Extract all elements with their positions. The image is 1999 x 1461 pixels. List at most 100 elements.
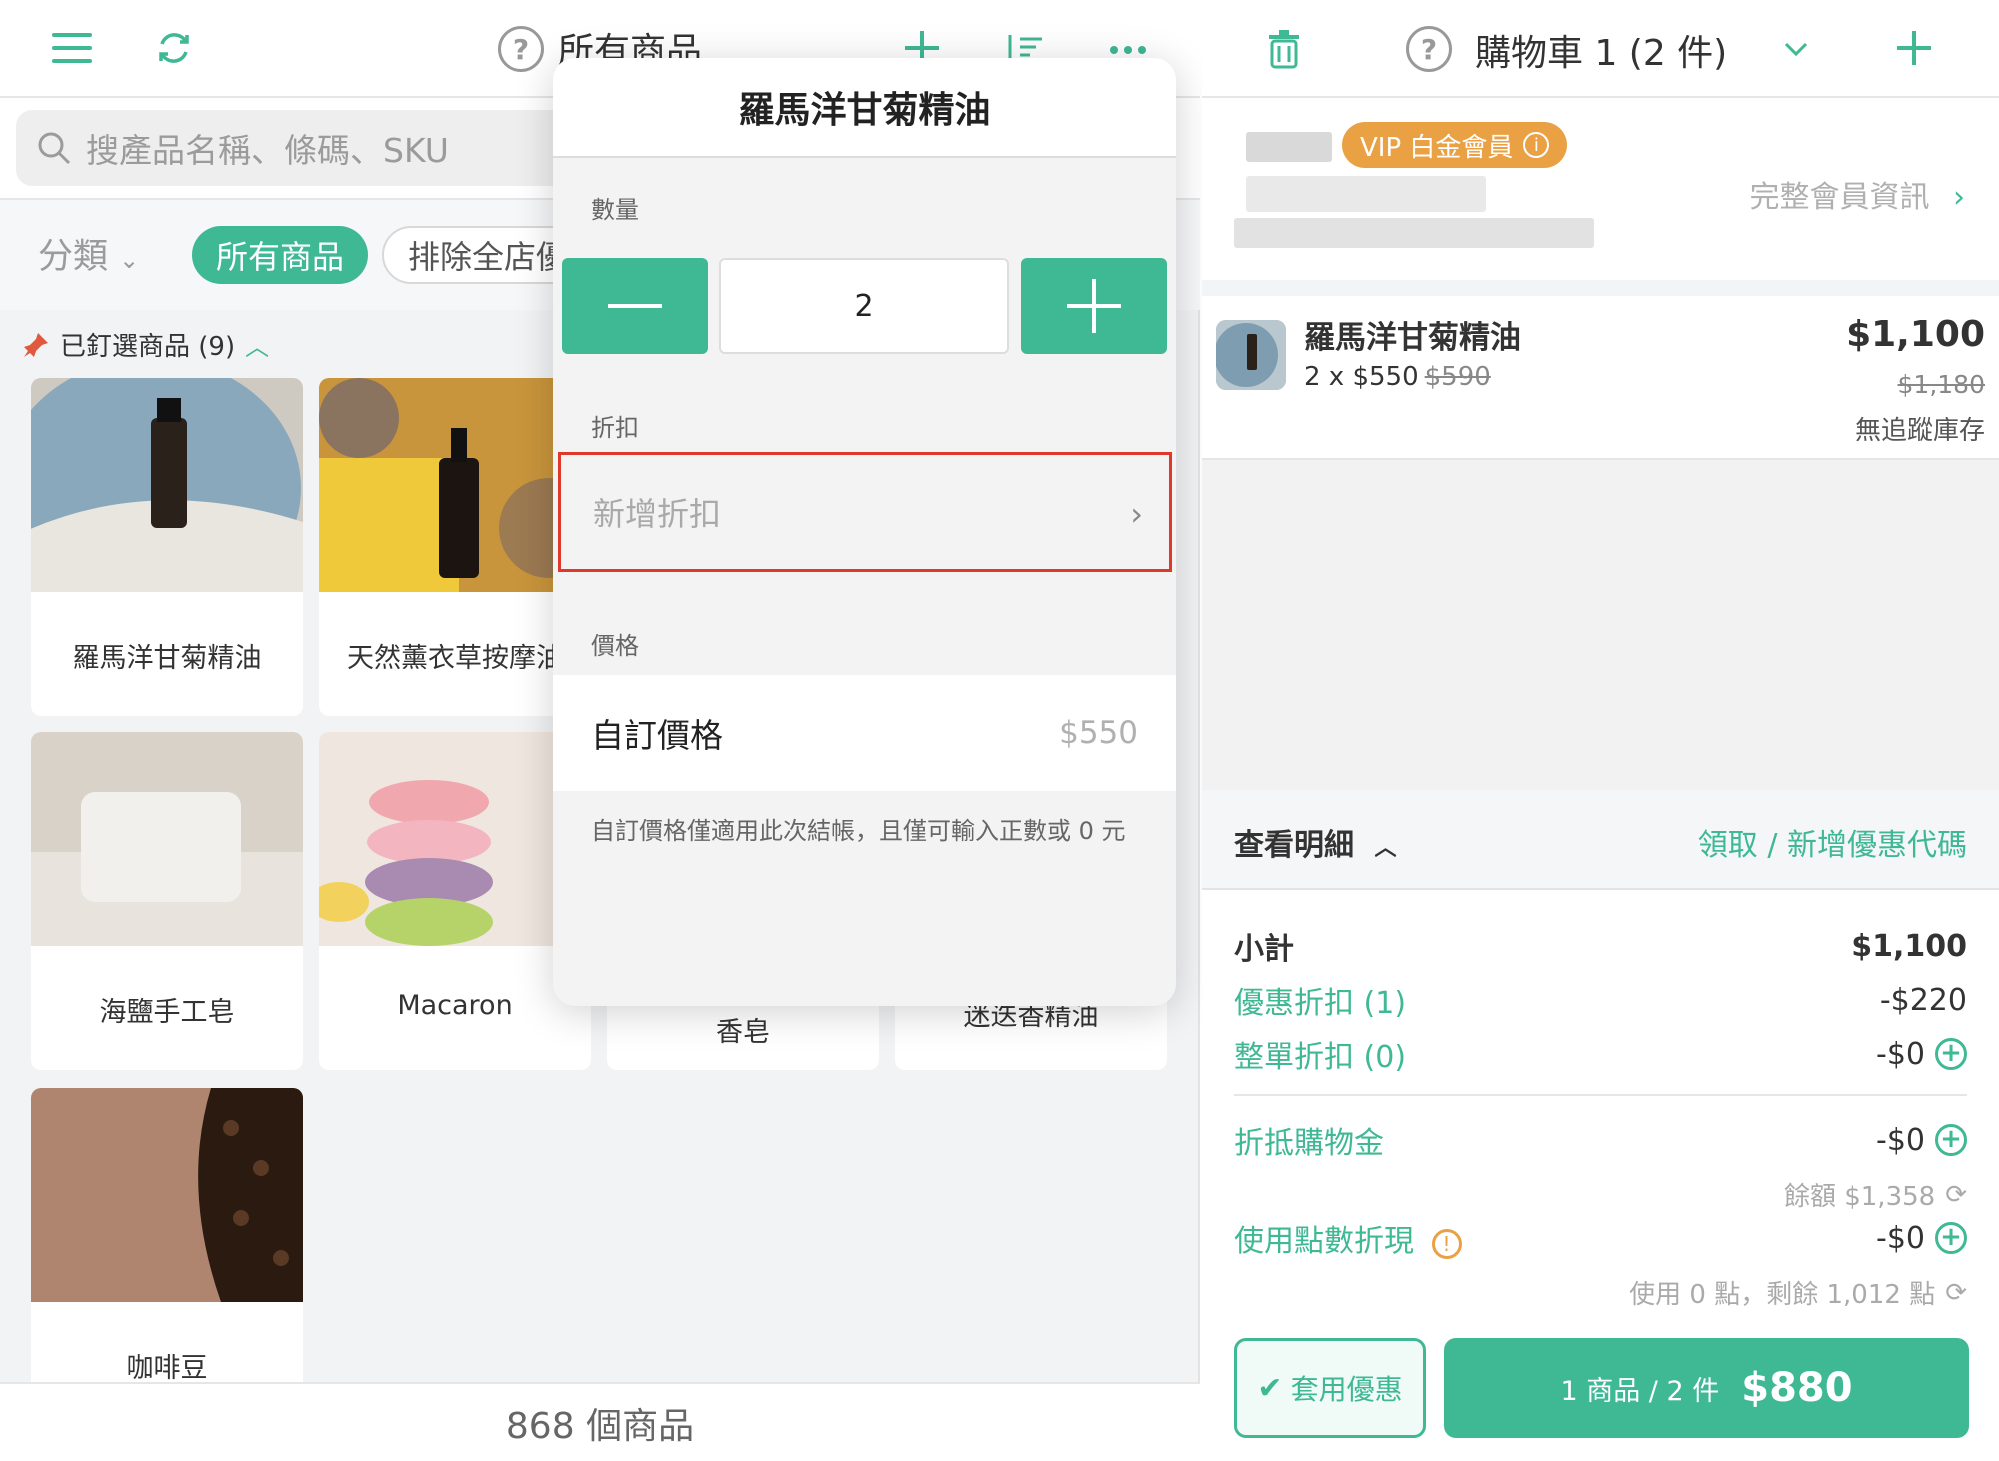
checkout-summary: 1 商品 / 2 件 xyxy=(1560,1375,1720,1407)
discount-label: 折扣 xyxy=(591,414,639,442)
quantity-label: 數量 xyxy=(591,196,639,224)
vip-label: VIP 白金會員 xyxy=(1360,132,1514,163)
store-credit-row[interactable]: 折抵購物金 -$0 + xyxy=(1234,1118,1967,1162)
warning-icon[interactable]: ! xyxy=(1431,1229,1462,1259)
product-image xyxy=(31,1088,303,1302)
cart-title[interactable]: 購物車 1 (2 件) xyxy=(1475,24,1727,76)
cart-line-item[interactable]: 羅馬洋甘菊精油 2 x $550 $590 $1,100 $1,180 無追蹤庫存 xyxy=(1202,296,1999,460)
order-discount-value: -$0 xyxy=(1876,1036,1925,1072)
points-note: 使用 0 點，剩餘 1,012 點 ⟳ xyxy=(1629,1274,1967,1311)
product-card[interactable]: 海鹽手工皂 xyxy=(31,732,303,1070)
price-label: 價格 xyxy=(591,632,639,660)
apply-promo-button[interactable]: ✔ 套用優惠 xyxy=(1234,1338,1426,1438)
promo-discount-value: -$220 xyxy=(1879,982,1967,1018)
view-details-toggle[interactable]: 查看明細 ︿ xyxy=(1234,820,1396,864)
checkout-total: $880 xyxy=(1741,1365,1853,1411)
line-item-qty-text: 2 x $550 xyxy=(1304,362,1419,392)
search-icon xyxy=(38,132,71,165)
filter-exclude-promo[interactable]: 排除全店優惠 xyxy=(382,226,582,284)
minus-icon xyxy=(608,304,662,308)
coupon-code-link[interactable]: 領取 / 新增優惠代碼 xyxy=(1698,820,1967,864)
product-edit-popover: 羅馬洋甘菊精油 數量 2 折扣 新增折扣 › 價格 自訂價格 $550 自訂價格… xyxy=(553,58,1176,1006)
promo-discount-row[interactable]: 優惠折扣 (1) -$220 xyxy=(1234,978,1967,1022)
chevron-right-icon: › xyxy=(1130,495,1143,533)
category-dropdown[interactable]: 分類 ⌄ xyxy=(38,228,139,279)
order-discount-label[interactable]: 整單折扣 (0) xyxy=(1234,1032,1406,1076)
custom-price-field[interactable]: 自訂價格 $550 xyxy=(553,675,1176,791)
info-icon: i xyxy=(1523,132,1550,158)
product-card[interactable]: 天然薰衣草按摩油 xyxy=(319,378,591,716)
credit-balance-text: 餘額 $1,358 xyxy=(1783,1182,1936,1212)
product-image xyxy=(319,378,591,592)
quantity-field[interactable]: 2 xyxy=(719,258,1009,354)
product-image xyxy=(319,732,591,946)
help-icon[interactable]: ? xyxy=(498,26,544,72)
order-discount-value-wrap: -$0 + xyxy=(1876,1037,1967,1072)
product-card[interactable]: 羅馬洋甘菊精油 xyxy=(31,378,303,716)
chevron-down-icon[interactable] xyxy=(1776,32,1816,66)
points-label-wrap: 使用點數折現 ! xyxy=(1234,1216,1462,1260)
line-item-orig-total: $1,180 xyxy=(1897,370,1985,399)
check-icon: ✔ xyxy=(1257,1370,1283,1406)
store-credit-value: -$0 xyxy=(1876,1122,1925,1158)
subtotal-value: $1,100 xyxy=(1851,928,1967,964)
product-card[interactable]: Macaron xyxy=(319,732,591,1070)
filter-all-products[interactable]: 所有商品 xyxy=(192,226,369,284)
product-image xyxy=(31,378,303,592)
product-card[interactable]: 咖啡豆 xyxy=(31,1088,303,1382)
pin-icon xyxy=(24,332,48,357)
add-circle-icon[interactable]: + xyxy=(1935,1222,1967,1254)
refresh-icon[interactable] xyxy=(154,28,194,68)
subtotal-row: 小計 $1,100 xyxy=(1234,924,1967,968)
member-info: VIP 白金會員 i 完整會員資訊 › xyxy=(1202,98,1999,280)
member-phone-redacted xyxy=(1246,176,1486,212)
add-cart-icon[interactable] xyxy=(1894,28,1934,68)
checkout-button[interactable]: 1 商品 / 2 件 $880 xyxy=(1444,1338,1969,1438)
refresh-icon[interactable]: ⟳ xyxy=(1945,1180,1967,1210)
help-icon[interactable]: ? xyxy=(1406,26,1452,72)
menu-icon[interactable] xyxy=(52,28,92,68)
points-row[interactable]: 使用點數折現 ! -$0 + xyxy=(1234,1216,1967,1260)
custom-price-note: 自訂價格僅適用此次結帳，且僅可輸入正數或 0 元 xyxy=(591,817,1126,845)
points-note-text: 使用 0 點，剩餘 1,012 點 xyxy=(1629,1280,1936,1310)
points-value-wrap: -$0 + xyxy=(1876,1221,1967,1256)
popover-title: 羅馬洋甘菊精油 xyxy=(553,58,1176,158)
category-label: 分類 xyxy=(38,237,109,277)
add-circle-icon[interactable]: + xyxy=(1935,1038,1967,1070)
refresh-icon[interactable]: ⟳ xyxy=(1945,1278,1967,1308)
product-name: 海鹽手工皂 xyxy=(99,997,235,1028)
line-item-thumbnail xyxy=(1216,320,1286,390)
line-item-orig-unit: $590 xyxy=(1424,362,1491,392)
store-credit-label[interactable]: 折抵購物金 xyxy=(1234,1118,1384,1162)
view-details-label: 查看明細 xyxy=(1234,828,1354,863)
chevron-right-icon: › xyxy=(1953,180,1965,215)
trash-icon[interactable] xyxy=(1264,28,1304,70)
full-member-info-link[interactable]: 完整會員資訊 › xyxy=(1749,172,1965,216)
add-discount-button[interactable]: 新增折扣 › xyxy=(558,452,1172,572)
increment-button[interactable] xyxy=(1021,258,1167,354)
promo-discount-label[interactable]: 優惠折扣 (1) xyxy=(1234,978,1406,1022)
custom-price-input[interactable]: $550 xyxy=(1059,715,1138,751)
decrement-button[interactable] xyxy=(562,258,708,354)
product-name: 天然薰衣草按摩油 xyxy=(347,643,563,674)
product-count: 868 個商品 xyxy=(0,1382,1200,1461)
line-item-stock: 無追蹤庫存 xyxy=(1854,416,1985,446)
custom-price-label: 自訂價格 xyxy=(591,716,723,755)
add-discount-label: 新增折扣 xyxy=(593,495,722,533)
member-email-redacted xyxy=(1234,218,1594,248)
cart-panel: ? 購物車 1 (2 件) VIP 白金會員 i 完整會員資訊 › 羅馬洋甘菊精… xyxy=(1202,0,1999,1461)
member-name-redacted xyxy=(1246,132,1332,162)
order-discount-row[interactable]: 整單折扣 (0) -$0 + xyxy=(1234,1032,1967,1076)
vip-badge[interactable]: VIP 白金會員 i xyxy=(1342,122,1568,168)
product-name: 香皂 xyxy=(716,1017,770,1048)
points-label[interactable]: 使用點數折現 xyxy=(1234,1224,1414,1259)
pinned-section-header[interactable]: 已釘選商品 (9) ︿ xyxy=(22,326,269,363)
line-item-total: $1,100 xyxy=(1846,314,1985,355)
details-header: 查看明細 ︿ 領取 / 新增優惠代碼 xyxy=(1202,790,1999,890)
points-value: -$0 xyxy=(1876,1220,1925,1256)
product-name: 羅馬洋甘菊精油 xyxy=(72,643,262,674)
pinned-label: 已釘選商品 (9) xyxy=(60,332,236,362)
add-circle-icon[interactable]: + xyxy=(1935,1124,1967,1156)
plus-icon xyxy=(1067,279,1121,333)
section-divider xyxy=(1202,280,1999,296)
